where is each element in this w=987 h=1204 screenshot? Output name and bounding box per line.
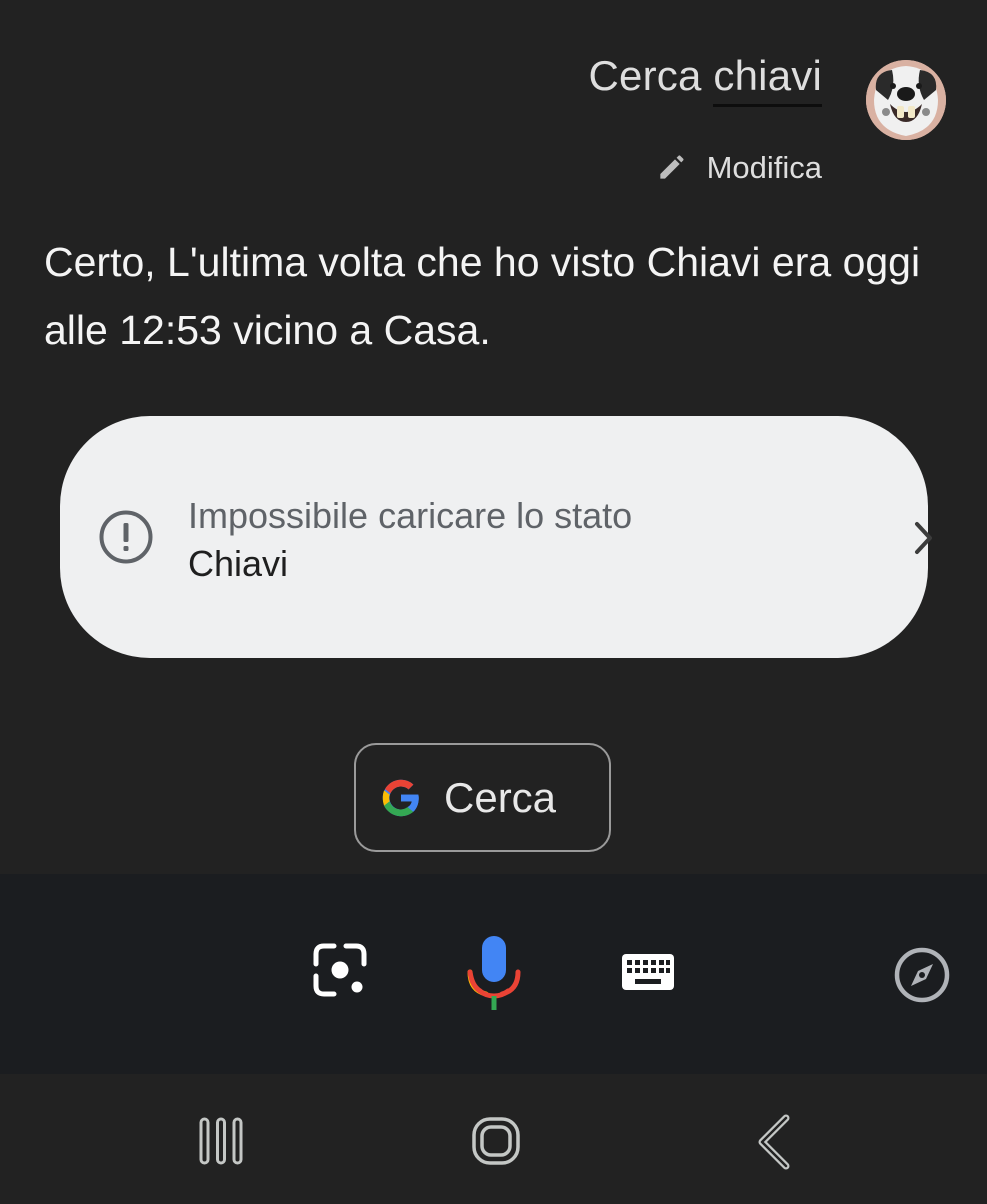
google-g-icon — [382, 779, 420, 816]
card-title: Impossibile caricare lo stato — [188, 495, 633, 536]
assistant-answer: Certo, L'ultima volta che ho visto Chiav… — [44, 239, 921, 353]
microphone-icon[interactable] — [464, 934, 524, 1014]
compass-icon[interactable] — [893, 946, 951, 1004]
lens-icon[interactable] — [312, 942, 368, 998]
user-query: Cerca chiavi — [588, 52, 822, 107]
query-text: Cerca — [588, 52, 714, 99]
avatar-dog-image — [866, 60, 946, 140]
query-keyword: chiavi — [713, 52, 822, 107]
edit-query-button[interactable]: Modifica — [655, 150, 822, 186]
pencil-icon — [659, 155, 684, 179]
search-chip-label: Cerca — [444, 773, 557, 821]
edit-label: Modifica — [706, 150, 822, 185]
keyboard-icon[interactable] — [620, 952, 676, 992]
recents-icon[interactable] — [198, 1116, 244, 1166]
home-icon[interactable] — [471, 1116, 521, 1166]
assistant-toolbar — [0, 874, 987, 1074]
avatar[interactable] — [866, 60, 946, 140]
google-search-button[interactable]: Cerca — [354, 743, 611, 852]
back-icon[interactable] — [752, 1114, 794, 1170]
device-status-card[interactable]: Impossibile caricare lo stato Chiavi — [60, 416, 932, 658]
chevron-right-icon — [915, 522, 932, 554]
card-subtitle: Chiavi — [188, 543, 289, 584]
alert-circle-icon — [99, 510, 153, 564]
card-text: Impossibile caricare lo stato Chiavi — [188, 492, 632, 588]
assistant-screen: Cerca chiavi Modifica Certo, L'ultima vo… — [0, 0, 987, 1204]
system-navigation-bar — [0, 1074, 987, 1204]
